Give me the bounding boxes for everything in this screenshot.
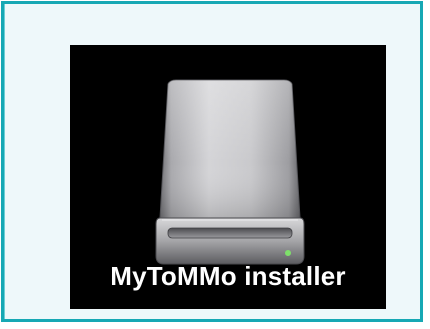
external-drive-icon[interactable] xyxy=(154,78,306,268)
drive-label[interactable]: MyToMMo installer xyxy=(70,261,386,292)
activity-led-icon xyxy=(285,250,291,256)
desktop-area: MyToMMo installer xyxy=(70,45,386,309)
screenshot-frame: MyToMMo installer xyxy=(1,1,423,322)
